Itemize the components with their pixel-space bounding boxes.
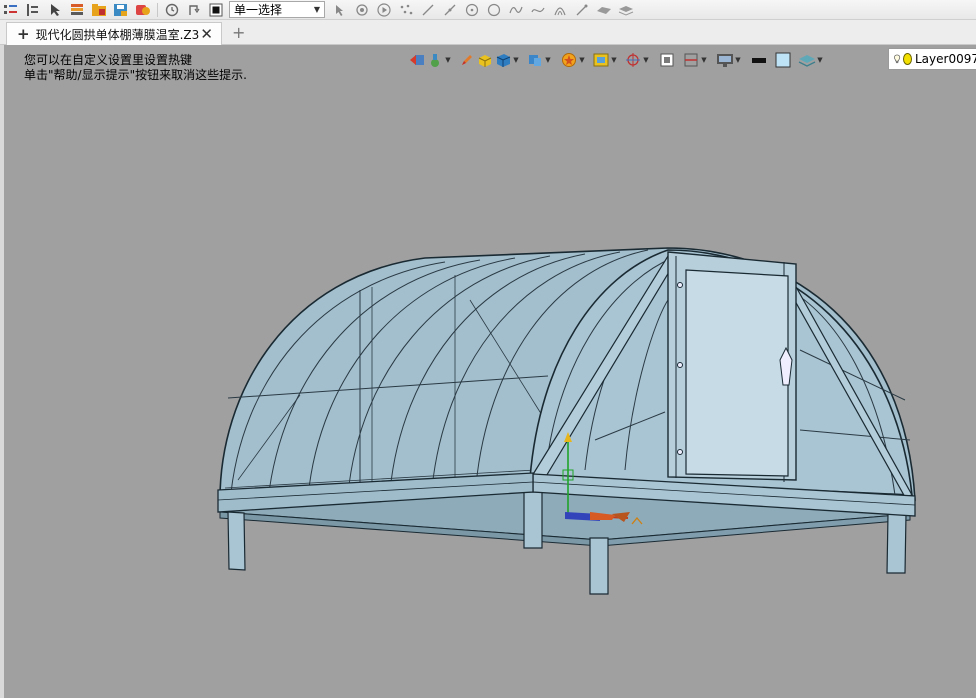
cad-app-window: 单一选择 ▼ + 现代化圆拱单体棚薄膜温室.Z3 ✕ + 您可以在自定义设置里设… xyxy=(0,0,976,698)
greenhouse-model[interactable] xyxy=(0,0,976,698)
door-panel[interactable] xyxy=(685,269,789,477)
